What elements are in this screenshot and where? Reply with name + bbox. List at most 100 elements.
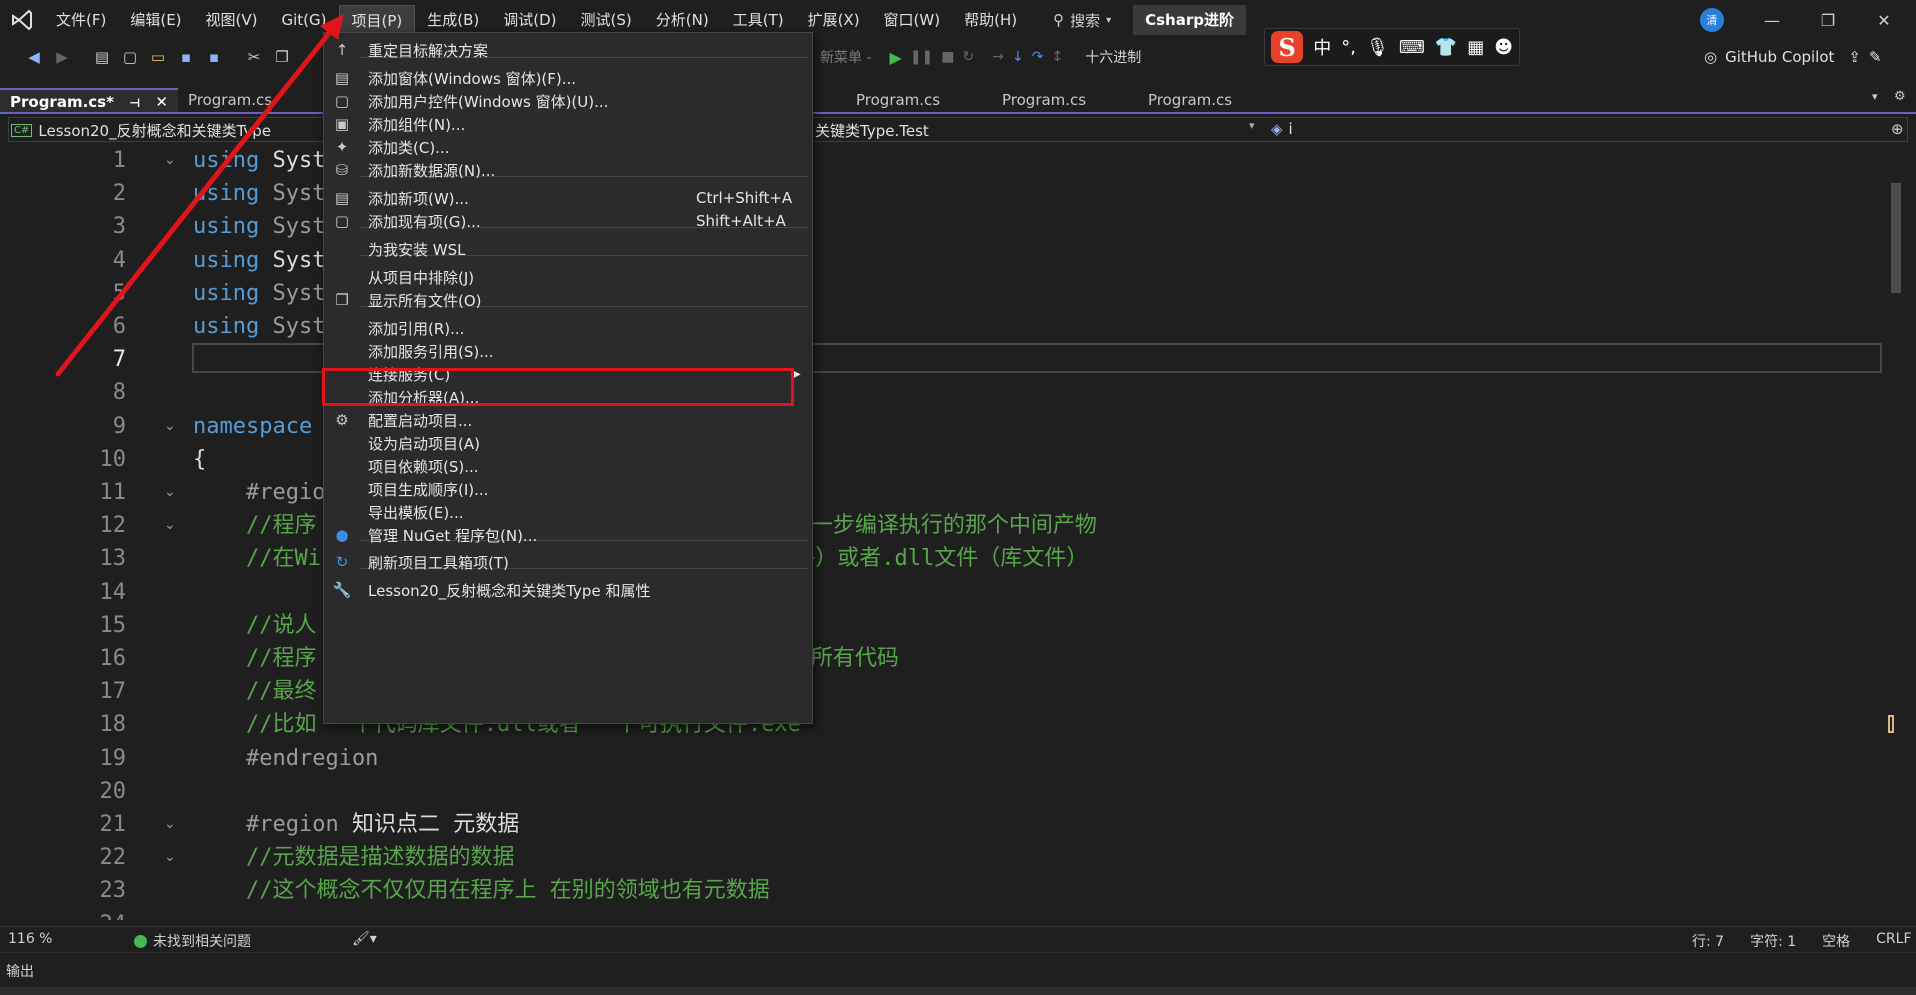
pin-icon[interactable]: ⊣ [129,96,140,110]
code-line[interactable]: 23 //这个概念不仅仅用在程序上 在别的领域也有元数据 [0,874,1880,907]
member-dropdown[interactable]: 关键类Type.Test [815,120,929,141]
code-line[interactable]: 14 [0,576,1880,609]
code-line[interactable]: 7 [0,343,1880,376]
sogou-logo-icon[interactable]: S [1271,31,1304,63]
menu-extensions[interactable]: 扩展(X) [796,5,872,35]
code-line[interactable]: 6 using Syst [0,310,1880,343]
save-icon[interactable]: ▪ [174,45,198,69]
keyboard-icon[interactable]: ⌨ [1399,37,1425,58]
settings-gear-icon[interactable]: ⚙ [1894,89,1906,104]
menu-item[interactable]: ❐ 显示所有文件(O) [324,286,812,314]
code-line[interactable]: 19 #endregion [0,742,1880,775]
zoom-level[interactable]: 116 % [8,931,52,947]
code-line[interactable]: 8 [0,376,1880,409]
menu-debug[interactable]: 调试(D) [491,5,568,35]
feedback-icon[interactable]: ✎ [1869,48,1882,66]
code-line[interactable]: 12 ⌄ //程序 供进一步编译执行的那个中间产物 [0,509,1880,542]
start-icon[interactable]: ▶ [890,48,902,67]
forward-icon[interactable]: ▶ [50,45,74,69]
menu-item[interactable]: 🔧 Lesson20_反射概念和关键类Type 和属性 [324,576,812,604]
code-line[interactable]: 4 using Syst [0,244,1880,277]
pause-icon[interactable]: ❚❚ [910,49,933,65]
menu-item[interactable]: ↻ 刷新项目工具箱项(T) [324,548,812,576]
restart-icon[interactable]: ↻ [963,49,975,65]
menu-item[interactable]: ▢ 添加现有项(G)... Shift+Alt+A [324,207,812,235]
step-back-icon[interactable]: ↕ [1051,49,1063,65]
copy-icon[interactable]: ❐ [270,45,294,69]
menu-view[interactable]: 视图(V) [194,5,270,35]
output-label[interactable]: 输出 [6,961,34,981]
tab-program-active[interactable]: Program.cs* ⊣ ✕ [0,88,178,112]
right-dropdown[interactable]: ◈ i [1271,120,1293,138]
menu-item[interactable]: 为我安装 WSL [324,235,812,263]
menu-build[interactable]: 生成(B) [415,5,491,35]
line-ending[interactable]: CRLF [1876,931,1911,951]
char-number[interactable]: 字符: 1 [1750,931,1796,951]
menu-file[interactable]: 文件(F) [44,5,118,35]
project-icon[interactable]: ▤ [90,45,114,69]
menu-analyze[interactable]: 分析(N) [644,5,721,35]
code-line[interactable]: 11 ⌄ #regio [0,476,1880,509]
open-folder-icon[interactable]: ▭ [146,45,170,69]
step-into-icon[interactable]: ↓ [1012,49,1024,65]
scroll-thumb[interactable] [1891,183,1901,293]
code-line[interactable]: 15 //说人 [0,609,1880,642]
step-over-icon[interactable]: → [992,49,1004,65]
menu-item[interactable]: ↑ 重定目标解决方案 [324,36,812,64]
code-line[interactable]: 24 [0,908,1880,920]
step-out-icon[interactable]: ↷ [1032,49,1044,65]
vertical-scrollbar[interactable] [1888,143,1904,920]
menu-edit[interactable]: 编辑(E) [118,5,193,35]
save-all-icon[interactable]: ▪ [202,45,226,69]
code-line[interactable]: 3 using Syst [0,210,1880,243]
code-line[interactable]: 18 //比如 一个代码库文件.dll或者 一个可执行文件.exe [0,708,1880,741]
project-dropdown[interactable]: C# Lesson20_反射概念和关键类Type [11,120,271,140]
tab-program-4[interactable]: Program.cs [992,88,1138,112]
restore-button[interactable]: ❐ [1800,0,1856,40]
tab-list-dropdown-icon[interactable]: ▾ [1872,90,1878,103]
menu-tools[interactable]: 工具(T) [721,5,796,35]
share-icon[interactable]: ⇪ [1848,48,1861,66]
hex-toggle[interactable]: 十六进制 [1085,47,1141,67]
close-button[interactable]: ✕ [1856,0,1912,40]
code-line[interactable]: 9 ⌄ namespace [0,410,1880,443]
tab-program-5[interactable]: Program.cs [1138,88,1284,112]
avatar[interactable]: 清 [1700,8,1724,32]
code-editor[interactable]: 1 ⌄ using Syst 2 using Syst 3 using Syst 4 using… [0,143,1900,920]
tab-program-3[interactable]: Program.cs [846,88,992,112]
fold-chevron-icon[interactable]: ⌄ [164,509,176,542]
stop-icon[interactable]: ■ [941,49,954,65]
mascot-icon[interactable]: ☻ [1494,37,1513,58]
chevron-down-icon[interactable]: ▾ [1249,119,1255,132]
tab-program-2[interactable]: Program.cs [178,88,328,112]
visual-studio-logo-icon[interactable] [0,0,44,40]
menu-window[interactable]: 窗口(W) [872,5,953,35]
ime-mode[interactable]: 中 [1313,34,1331,60]
fold-chevron-icon[interactable]: ⌄ [164,410,176,443]
code-cleanup-icon[interactable]: 🖌▾ [352,931,377,947]
fold-chevron-icon[interactable]: ⌄ [164,841,176,874]
menu-help[interactable]: 帮助(H) [952,5,1029,35]
code-line[interactable]: 10 { [0,443,1880,476]
microphone-icon[interactable]: 🎙 [1366,37,1389,58]
cut-icon[interactable]: ✂ [242,45,266,69]
fold-chevron-icon[interactable]: ⌄ [164,808,176,841]
toolbox-icon[interactable]: ▦ [1467,37,1484,58]
punctuation-icon[interactable]: °, [1341,37,1356,58]
new-file-icon[interactable]: ▢ [118,45,142,69]
code-line[interactable]: 1 ⌄ using Syst [0,144,1880,177]
code-line[interactable]: 17 //最终 [0,675,1880,708]
fold-chevron-icon[interactable]: ⌄ [164,476,176,509]
split-icon[interactable]: ⊕ [1891,120,1904,138]
issues-indicator[interactable]: 未找到相关问题 [134,931,251,951]
copilot-button[interactable]: GitHub Copilot [1725,48,1834,66]
menu-item[interactable]: ⛁ 添加新数据源(N)... [324,156,812,184]
skin-icon[interactable]: 👕 [1435,37,1457,58]
search-box[interactable]: ⚲ 搜索 ▾ [1043,6,1121,34]
code-line[interactable]: 21 ⌄ #region 知识点二 元数据 [0,808,1880,841]
menu-git[interactable]: Git(G) [270,5,339,35]
code-line[interactable]: 20 [0,775,1880,808]
code-line[interactable]: 22 ⌄ //元数据是描述数据的数据 [0,841,1880,874]
minimize-button[interactable]: — [1744,0,1800,40]
code-line[interactable]: 16 //程序 写的所有代码 [0,642,1880,675]
